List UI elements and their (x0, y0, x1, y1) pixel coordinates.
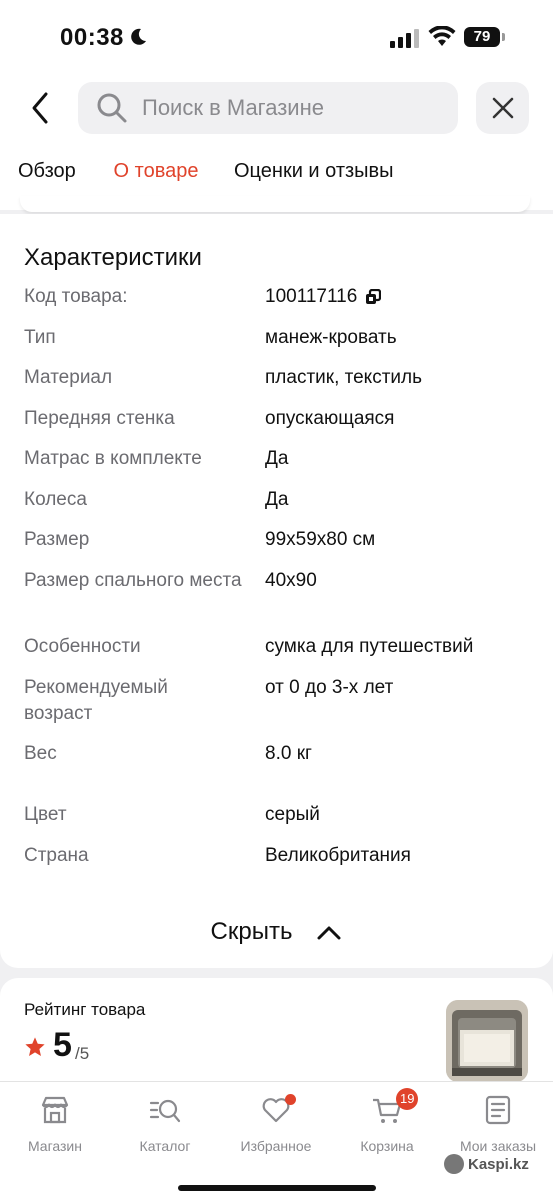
rating-max: /5 (75, 1044, 90, 1063)
nav-label: Каталог (139, 1138, 191, 1154)
shop-icon (41, 1096, 69, 1124)
spec-value: сумка для путешествий (265, 636, 474, 657)
nav-item-cart[interactable]: 19 Корзина (332, 1088, 442, 1154)
characteristics-title: Характеристики (24, 244, 202, 271)
close-icon (492, 97, 513, 119)
hide-button[interactable]: Скрыть (0, 910, 553, 954)
spec-label: Материал (24, 367, 113, 388)
nav-label: Избранное (240, 1138, 312, 1154)
spec-value: манеж-кровать (265, 327, 397, 348)
spec-value: Да (265, 489, 289, 510)
spec-label: Тип (24, 327, 56, 348)
wifi-icon (428, 26, 456, 46)
nav-label: Магазин (27, 1138, 82, 1154)
battery-indicator: 79 (464, 27, 500, 47)
characteristics-card: Характеристики Код товара: 100117116 Тип… (0, 214, 553, 968)
spec-value: 99x59x80 см (265, 529, 376, 550)
playpen-image (446, 1000, 528, 1082)
spec-value: 8.0 кг (265, 743, 312, 764)
moon-icon (131, 28, 146, 45)
hide-label: Скрыть (210, 918, 293, 945)
nav-item-orders[interactable]: Мои заказы (443, 1094, 553, 1154)
home-indicator (178, 1185, 376, 1191)
kaspi-watermark: Kaspi.kz (444, 1154, 529, 1174)
search-input[interactable] (142, 95, 432, 121)
spec-label: Страна (24, 845, 89, 866)
star-icon (25, 1037, 45, 1056)
chevron-up-icon (317, 926, 341, 940)
battery-cap (502, 33, 505, 41)
spec-label: Рекомендуемый возраст (24, 677, 168, 724)
rating-value: 5 (53, 1026, 72, 1064)
status-bar: 00:38 79 (0, 0, 553, 70)
spec-value: Великобритания (265, 845, 411, 866)
product-code: 100117116 (265, 286, 358, 307)
catalog-icon (149, 1099, 181, 1123)
spec-value: от 0 до 3-х лет (265, 677, 394, 698)
search-icon (97, 93, 127, 123)
nav-item-shop[interactable]: Магазин (0, 1094, 110, 1154)
spec-label: Код товара: (24, 286, 128, 307)
top-bar: Обзор О товаре Оценки и отзывы (0, 70, 553, 210)
cart-badge: 19 (396, 1088, 419, 1110)
orders-icon (485, 1095, 511, 1125)
nav-label: Мои заказы (459, 1138, 537, 1154)
close-button[interactable] (476, 82, 529, 134)
bottom-navigation: Магазин Каталог Избранное 19 Корзина Мои… (0, 1081, 553, 1200)
rating-card: Рейтинг товара 5 /5 (0, 978, 553, 1088)
product-thumbnail[interactable] (446, 1000, 528, 1082)
nav-item-catalog[interactable]: Каталог (110, 1094, 220, 1154)
spec-label: Колеса (24, 489, 87, 510)
kaspi-logo-icon (444, 1154, 464, 1174)
nav-label: Корзина (360, 1138, 414, 1154)
spec-label: Передняя стенка (24, 408, 175, 429)
spec-value: опускающаяся (265, 408, 395, 429)
spec-value: 40x90 (265, 570, 317, 591)
spec-label: Особенности (24, 636, 141, 657)
back-arrow-icon[interactable] (22, 88, 62, 128)
spec-value: серый (265, 804, 320, 825)
rating-title: Рейтинг товара (24, 1000, 146, 1019)
spec-value: 100117116 (265, 284, 535, 310)
copy-icon[interactable] (365, 288, 382, 305)
spec-label: Цвет (24, 804, 67, 825)
nav-item-favorites[interactable]: Избранное (221, 1094, 331, 1154)
search-box[interactable] (78, 82, 458, 134)
previous-card-edge (20, 196, 530, 212)
spec-value: пластик, текстиль (265, 367, 423, 388)
notification-dot (285, 1094, 296, 1105)
cellular-signal-icon (390, 29, 419, 48)
spec-label: Размер спального места (24, 570, 242, 591)
spec-label: Размер (24, 529, 90, 550)
spec-value: Да (265, 448, 289, 469)
spec-label: Вес (24, 743, 57, 764)
spec-label: Матрас в комплекте (24, 448, 202, 469)
watermark-text: Kaspi.kz (468, 1155, 529, 1173)
status-time: 00:38 (60, 24, 124, 51)
